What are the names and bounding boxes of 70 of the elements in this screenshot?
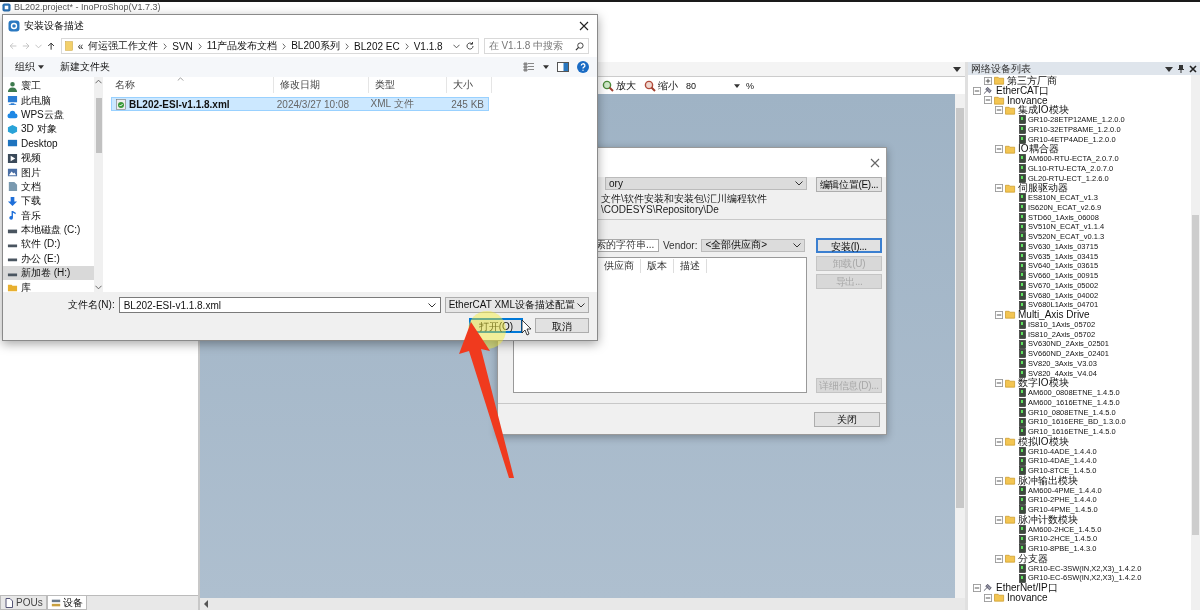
nav-item[interactable]: 图片 bbox=[3, 165, 94, 180]
file-date: 2024/3/27 10:08 bbox=[275, 98, 351, 110]
breadcrumb[interactable]: V1.1.8 bbox=[413, 40, 443, 52]
zoom-unit: % bbox=[746, 80, 754, 91]
vendor-dropdown[interactable]: <全部供应商> bbox=[701, 238, 806, 252]
dialog-button[interactable]: 安装(I)... bbox=[816, 238, 882, 253]
breadcrumb[interactable]: SVN bbox=[172, 40, 193, 52]
vendor-label: Vendor: bbox=[663, 239, 698, 251]
tree-item[interactable]: 数字IO模块 bbox=[1018, 378, 1069, 388]
tree-item[interactable]: Multi_Axis Drive bbox=[1018, 310, 1090, 320]
nav-item[interactable]: WPS云盘 bbox=[3, 107, 94, 123]
edit-location-button[interactable]: 编辑位置(E)... bbox=[816, 177, 882, 192]
breadcrumb[interactable]: 11产品发布文档 bbox=[206, 39, 278, 53]
repository-path: 文件\软件安装和安装包\汇川编程软件\CODESYS\Repository\De bbox=[600, 193, 768, 215]
tree-item[interactable]: 脉冲计数模块 bbox=[1018, 514, 1078, 525]
column-header[interactable]: 版本 bbox=[641, 258, 674, 273]
column-header[interactable]: 修改日期 bbox=[274, 77, 369, 93]
search-field[interactable]: 在 V1.1.8 中搜索 bbox=[483, 38, 589, 54]
organize-menu[interactable]: 组织 bbox=[11, 60, 48, 74]
tree-item[interactable]: Inovance bbox=[1007, 95, 1048, 106]
column-header[interactable]: 大小 bbox=[447, 77, 492, 93]
zoom-out-button[interactable]: 缩小 bbox=[642, 78, 680, 93]
nav-item[interactable]: 3D 对象 bbox=[3, 122, 94, 137]
nav-item[interactable]: 软件 (D:) bbox=[3, 237, 94, 252]
nav-item[interactable]: 下载 bbox=[3, 194, 94, 209]
tree-item[interactable]: 集成IO模块 bbox=[1018, 105, 1069, 115]
tree-item[interactable]: Inovance bbox=[1007, 592, 1048, 603]
nav-item[interactable]: 文档 bbox=[3, 179, 94, 195]
cancel-button[interactable]: 取消 bbox=[535, 318, 589, 333]
tree-item[interactable]: EtherNet/IP口 bbox=[996, 583, 1058, 593]
zoom-in-button[interactable]: 放大 bbox=[600, 78, 638, 93]
nav-item[interactable]: 此电脑 bbox=[3, 93, 94, 108]
nav-item[interactable]: 新加卷 (H:) bbox=[3, 266, 94, 281]
breadcrumb[interactable]: 何运强工作文件 bbox=[88, 39, 159, 53]
file-name-label: 文件名(N): bbox=[67, 298, 115, 312]
panel-title: 网络设备列表 bbox=[971, 61, 1032, 75]
window-title: BL202.project* - InoProShop(V1.7.3) bbox=[14, 2, 161, 12]
panel-tab[interactable]: POUs bbox=[0, 596, 47, 610]
breadcrumb[interactable]: BL202 EC bbox=[354, 40, 400, 52]
column-header[interactable]: 类型 bbox=[369, 77, 447, 93]
tree-item[interactable]: IO耦合器 bbox=[1018, 144, 1059, 154]
tree-item[interactable]: 第三方厂商 bbox=[1007, 76, 1057, 86]
column-header[interactable]: 描述 bbox=[674, 258, 707, 273]
nav-item[interactable]: 寰工 bbox=[3, 79, 94, 94]
file-name-field[interactable]: BL202-ESI-v1.1.8.xml bbox=[118, 297, 441, 313]
tree-item[interactable]: 伺服驱动器 bbox=[1018, 183, 1068, 193]
file-type-dropdown[interactable]: EtherCAT XML设备描述配置 bbox=[444, 297, 589, 313]
panel-tab[interactable]: 设备 bbox=[46, 596, 87, 610]
close-button[interactable]: 关闭 bbox=[814, 411, 880, 427]
tree-item[interactable]: 分支器 bbox=[1018, 553, 1048, 564]
repository-dropdown[interactable]: ory bbox=[605, 177, 807, 190]
tree-item[interactable]: 模拟IO模块 bbox=[1018, 436, 1069, 447]
new-folder-button[interactable]: 新建文件夹 bbox=[56, 60, 114, 74]
breadcrumb[interactable]: BL200系列 bbox=[291, 39, 341, 53]
nav-item[interactable]: 音乐 bbox=[3, 208, 94, 223]
path-overflow[interactable]: « bbox=[77, 40, 84, 52]
nav-item[interactable]: Desktop bbox=[3, 136, 94, 151]
dialog-title: 安装设备描述 bbox=[24, 19, 85, 33]
tree-item[interactable]: 脉冲输出模块 bbox=[1018, 475, 1078, 486]
file-row[interactable]: BL202-ESI-v1.1.8.xml 2024/3/27 10:08 XML 文件 245 KB bbox=[111, 97, 489, 111]
file-size: 245 KB bbox=[450, 98, 485, 110]
column-header[interactable]: 名称 bbox=[109, 77, 274, 93]
nav-item[interactable]: 办公 (E:) bbox=[3, 251, 94, 267]
nav-item[interactable]: 视频 bbox=[3, 150, 94, 166]
address-bar[interactable]: « 何运强工作文件 SVN 11产品发布文档 BL200系列 BL202 EC V1.1.8 bbox=[60, 38, 479, 54]
file-name: BL202-ESI-v1.1.8.xml bbox=[129, 98, 230, 110]
nav-item[interactable]: 库 bbox=[3, 280, 94, 295]
tree-item[interactable]: EtherCAT口 bbox=[996, 85, 1050, 96]
nav-item[interactable]: 本地磁盘 (C:) bbox=[3, 222, 94, 238]
file-type: XML 文件 bbox=[369, 97, 415, 111]
